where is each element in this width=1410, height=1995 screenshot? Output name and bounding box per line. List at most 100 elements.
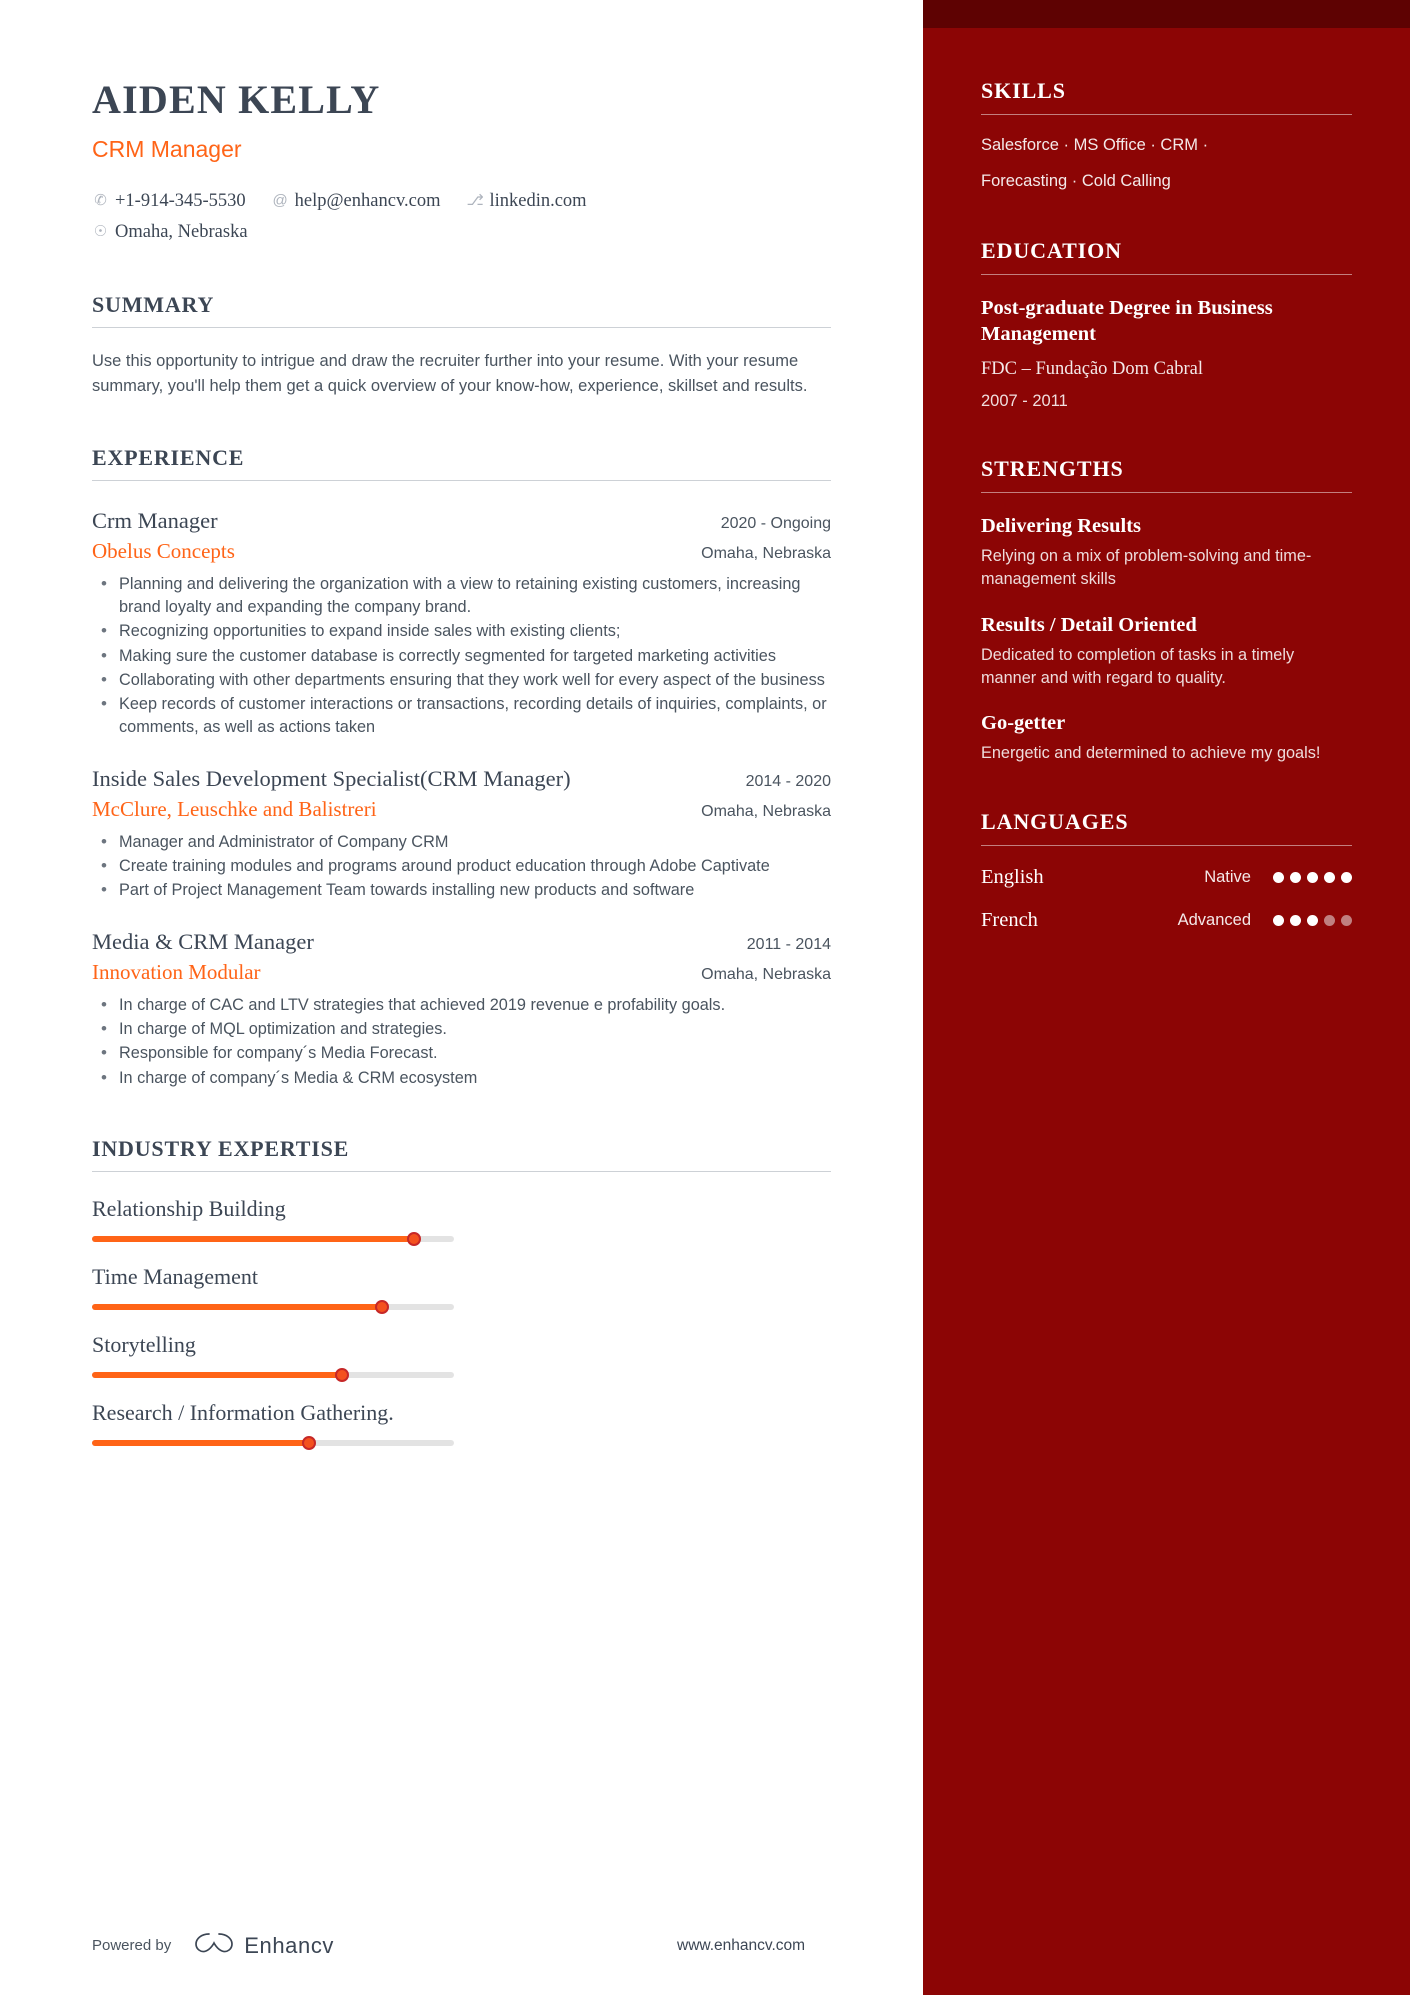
rating-dot-filled bbox=[1341, 872, 1352, 884]
skills-divider bbox=[981, 114, 1352, 115]
education-school: FDC – Fundação Dom Cabral bbox=[981, 358, 1203, 379]
rating-dot-filled bbox=[1324, 872, 1335, 884]
experience-company: McClure, Leuschke and Balistreri bbox=[92, 796, 377, 821]
rating-dot-filled bbox=[1307, 915, 1318, 927]
experience-dates: 2014 - 2020 bbox=[745, 773, 831, 791]
section-experience: EXPERIENCE Crm Manager 2020 - Ongoing Ob… bbox=[92, 445, 831, 1090]
industry-expertise-heading: INDUSTRY EXPERTISE bbox=[92, 1135, 350, 1161]
section-summary: SUMMARY Use this opportunity to intrigue… bbox=[92, 292, 831, 399]
strength-item: Results / Detail Oriented Dedicated to c… bbox=[981, 612, 1352, 691]
strength-description: Energetic and determined to achieve my g… bbox=[981, 744, 1321, 763]
sidebar: SKILLS Salesforce · MS Office · CRM · Fo… bbox=[923, 0, 1410, 1995]
expertise-label: Research / Information Gathering. bbox=[92, 1399, 394, 1425]
sidebar-section-skills: SKILLS Salesforce · MS Office · CRM · Fo… bbox=[981, 78, 1352, 194]
rating-dot-empty bbox=[1324, 915, 1335, 927]
section-industry-expertise: INDUSTRY EXPERTISE Relationship Building… bbox=[92, 1135, 831, 1450]
candidate-name: AIDEN KELLY bbox=[92, 77, 381, 122]
contact-location: ☉ Omaha, Nebraska bbox=[92, 219, 248, 246]
experience-role-line: Crm Manager 2020 - Ongoing bbox=[92, 506, 831, 536]
contact-linkedin[interactable]: ⎇ linkedin.com bbox=[466, 188, 586, 215]
experience-divider bbox=[92, 480, 831, 482]
location-pin-icon: ☉ bbox=[93, 223, 108, 241]
expertise-slider-fill bbox=[92, 1235, 415, 1242]
experience-bullet: In charge of company´s Media & CRM ecosy… bbox=[92, 1065, 831, 1089]
experience-company-line: Obelus Concepts Omaha, Nebraska bbox=[92, 537, 831, 566]
sidebar-section-education: EDUCATION Post-graduate Degree in Busine… bbox=[981, 238, 1352, 412]
strength-item: Go-getter Energetic and determined to ac… bbox=[981, 710, 1352, 765]
experience-location: Omaha, Nebraska bbox=[701, 965, 831, 983]
experience-bullet: In charge of CAC and LTV strategies that… bbox=[92, 993, 831, 1017]
strength-description: Relying on a mix of problem-solving and … bbox=[981, 547, 1312, 589]
contact-linkedin-text: linkedin.com bbox=[489, 190, 587, 211]
experience-location: Omaha, Nebraska bbox=[701, 544, 831, 562]
expertise-item: Time Management bbox=[92, 1262, 454, 1314]
experience-bullet: Create training modules and programs aro… bbox=[92, 854, 831, 878]
experience-bullet: In charge of MQL optimization and strate… bbox=[92, 1017, 831, 1041]
enhancv-brand-text: Enhancv bbox=[244, 1932, 335, 1958]
expertise-slider[interactable] bbox=[92, 1231, 454, 1246]
language-level: Advanced bbox=[1177, 911, 1251, 930]
strength-title: Go-getter bbox=[981, 712, 1066, 735]
skills-heading: SKILLS bbox=[981, 78, 1066, 103]
education-degree: Post-graduate Degree in Business Managem… bbox=[981, 297, 1273, 346]
sidebar-section-strengths: STRENGTHS Delivering Results Relying on … bbox=[981, 456, 1352, 765]
email-icon: @ bbox=[272, 191, 288, 209]
experience-bullets: Planning and delivering the organization… bbox=[92, 572, 831, 739]
experience-dates: 2020 - Ongoing bbox=[720, 515, 831, 533]
sidebar-content: SKILLS Salesforce · MS Office · CRM · Fo… bbox=[923, 0, 1410, 932]
rating-dot-filled bbox=[1273, 872, 1284, 884]
expertise-slider-knob[interactable] bbox=[302, 1435, 317, 1450]
rating-dot-filled bbox=[1307, 872, 1318, 884]
contact-phone[interactable]: ✆ +1-914-345-5530 bbox=[92, 188, 245, 215]
language-rating-dots bbox=[1273, 915, 1352, 927]
expertise-slider-knob[interactable] bbox=[374, 1299, 389, 1314]
rating-dot-filled bbox=[1290, 872, 1301, 884]
language-rating-dots bbox=[1273, 872, 1352, 884]
strength-title: Results / Detail Oriented bbox=[981, 613, 1197, 636]
strengths-heading: STRENGTHS bbox=[981, 456, 1124, 482]
language-name: English bbox=[981, 866, 1044, 889]
expertise-slider-knob[interactable] bbox=[334, 1367, 349, 1382]
contact-info: ✆ +1-914-345-5530 @ help@enhancv.com ⎇ l… bbox=[92, 188, 831, 247]
experience-role-line: Media & CRM Manager 2011 - 2014 bbox=[92, 927, 831, 957]
summary-divider bbox=[92, 327, 831, 329]
experience-company: Innovation Modular bbox=[92, 959, 261, 984]
rating-dot-empty bbox=[1341, 915, 1352, 927]
experience-location: Omaha, Nebraska bbox=[701, 802, 831, 820]
expertise-item: Research / Information Gathering. bbox=[92, 1398, 454, 1450]
experience-bullet: Part of Project Management Team towards … bbox=[92, 878, 831, 902]
experience-bullet: Manager and Administrator of Company CRM bbox=[92, 830, 831, 854]
summary-heading: SUMMARY bbox=[92, 292, 215, 318]
experience-role: Media & CRM Manager bbox=[92, 929, 314, 955]
strength-description: Dedicated to completion of tasks in a ti… bbox=[981, 645, 1295, 687]
expertise-slider-knob[interactable] bbox=[407, 1231, 422, 1246]
education-divider bbox=[981, 274, 1352, 276]
experience-bullet: Collaborating with other departments ens… bbox=[92, 668, 831, 692]
language-name: French bbox=[981, 909, 1038, 932]
expertise-slider[interactable] bbox=[92, 1435, 454, 1450]
education-heading: EDUCATION bbox=[981, 238, 1122, 264]
languages-divider bbox=[981, 845, 1352, 847]
expertise-label: Relationship Building bbox=[92, 1195, 286, 1221]
experience-bullet: Making sure the customer database is cor… bbox=[92, 644, 831, 668]
expertise-slider-fill bbox=[92, 1371, 342, 1378]
sidebar-section-languages: LANGUAGES English Native French Advanced bbox=[981, 809, 1352, 932]
language-row: French Advanced bbox=[981, 909, 1352, 932]
contact-row-primary: ✆ +1-914-345-5530 @ help@enhancv.com ⎇ l… bbox=[92, 188, 831, 215]
experience-role: Inside Sales Development Specialist(CRM … bbox=[92, 766, 571, 792]
contact-email-text: help@enhancv.com bbox=[294, 190, 441, 211]
experience-entry: Media & CRM Manager 2011 - 2014 Innovati… bbox=[92, 927, 831, 1089]
experience-company-line: McClure, Leuschke and Balistreri Omaha, … bbox=[92, 795, 831, 824]
language-level: Native bbox=[1204, 868, 1251, 887]
contact-email[interactable]: @ help@enhancv.com bbox=[272, 188, 441, 215]
expertise-slider[interactable] bbox=[92, 1367, 454, 1382]
education-entry: Post-graduate Degree in Business Managem… bbox=[981, 295, 1352, 412]
expertise-slider-fill bbox=[92, 1303, 382, 1310]
link-icon: ⎇ bbox=[466, 191, 484, 209]
languages-heading: LANGUAGES bbox=[981, 809, 1129, 835]
expertise-slider[interactable] bbox=[92, 1299, 454, 1314]
expertise-item: Relationship Building bbox=[92, 1194, 454, 1246]
rating-dot-filled bbox=[1273, 915, 1284, 927]
experience-entry: Inside Sales Development Specialist(CRM … bbox=[92, 764, 831, 902]
experience-bullets: Manager and Administrator of Company CRM… bbox=[92, 830, 831, 903]
